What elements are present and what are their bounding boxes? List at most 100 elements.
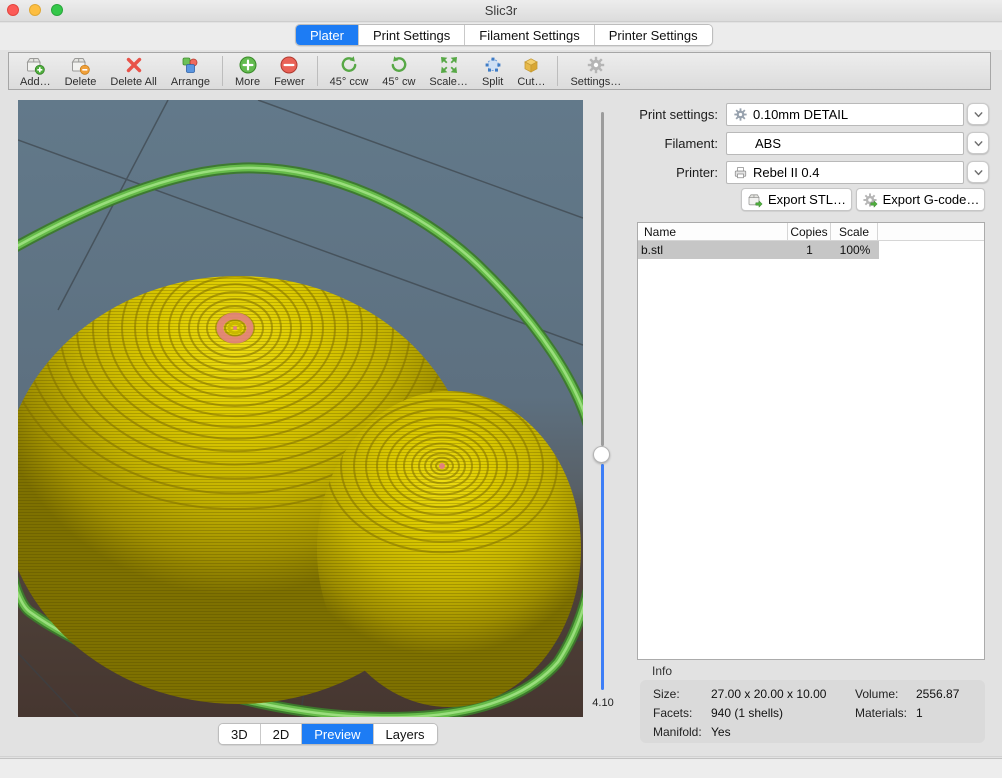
layer-slider-track-filled[interactable]	[601, 464, 604, 690]
row-scale: 100%	[831, 241, 879, 259]
facets-label: Facets:	[653, 706, 692, 720]
size-value: 27.00 x 20.00 x 10.00	[711, 687, 826, 701]
tab-plater[interactable]: Plater	[296, 25, 359, 45]
slic3r-window: Slic3r Plater Print Settings Filament Se…	[0, 0, 1002, 778]
export-stl-button[interactable]: Export STL…	[741, 188, 852, 211]
facets-value: 940 (1 shells)	[711, 706, 783, 720]
rotate-ccw-button[interactable]: 45° ccw	[323, 53, 376, 89]
toolbar-separator	[222, 56, 223, 86]
chevron-down-icon	[972, 166, 985, 179]
tab-printer-settings[interactable]: Printer Settings	[595, 25, 712, 45]
split-button[interactable]: Split	[475, 53, 510, 89]
minus-circle-icon	[279, 55, 299, 75]
view-tab-2d[interactable]: 2D	[261, 724, 303, 744]
delete-button[interactable]: Delete	[58, 53, 104, 89]
tab-print-settings[interactable]: Print Settings	[359, 25, 465, 45]
materials-label: Materials:	[855, 706, 907, 720]
toolbar-separator	[557, 56, 558, 86]
volume-label: Volume:	[855, 687, 898, 701]
delete-all-label: Delete All	[110, 76, 156, 88]
window-title: Slic3r	[0, 3, 1002, 18]
materials-value: 1	[916, 706, 923, 720]
status-bar	[0, 758, 1002, 778]
filament-dropdown-button[interactable]	[967, 132, 989, 154]
manifold-value: Yes	[711, 725, 731, 739]
title-bar: Slic3r	[0, 0, 1002, 22]
cut-cube-icon	[521, 55, 541, 75]
object-list-header: Name Copies Scale	[638, 223, 984, 241]
object-list: Name Copies Scale b.stl 1 100%	[637, 222, 985, 660]
info-panel: Size: 27.00 x 20.00 x 10.00 Volume: 2556…	[640, 680, 985, 743]
more-button[interactable]: More	[228, 53, 267, 89]
rotate-cw-icon	[389, 55, 409, 75]
printer-dropdown-button[interactable]	[967, 161, 989, 183]
gear-icon	[586, 55, 606, 75]
printer-value: Rebel II 0.4	[753, 165, 820, 180]
fewer-label: Fewer	[274, 76, 305, 88]
column-header-name[interactable]: Name	[638, 223, 788, 240]
add-label: Add…	[20, 76, 51, 88]
export-stl-icon	[747, 192, 763, 208]
gear-icon	[733, 107, 748, 122]
column-header-spacer	[878, 223, 984, 240]
3d-viewport[interactable]	[18, 100, 583, 717]
layer-slider-thumb[interactable]	[593, 446, 610, 463]
toolbar-separator	[317, 56, 318, 86]
filament-label: Filament:	[600, 136, 718, 151]
info-panel-title: Info	[652, 664, 672, 678]
export-stl-label: Export STL…	[768, 192, 846, 207]
print-settings-dropdown-button[interactable]	[967, 103, 989, 125]
export-gcode-icon	[862, 192, 878, 208]
row-name: b.stl	[638, 241, 788, 259]
settings-label: Settings…	[570, 76, 621, 88]
arrange-cubes-icon	[180, 55, 200, 75]
scale-label: Scale…	[429, 76, 468, 88]
plus-circle-icon	[238, 55, 258, 75]
preview-scene	[18, 100, 583, 717]
arrange-label: Arrange	[171, 76, 210, 88]
export-gcode-label: Export G-code…	[883, 192, 980, 207]
row-copies: 1	[788, 241, 831, 259]
print-settings-label: Print settings:	[600, 107, 718, 122]
view-tab-preview[interactable]: Preview	[302, 724, 373, 744]
tab-filament-settings[interactable]: Filament Settings	[465, 25, 594, 45]
settings-button[interactable]: Settings…	[563, 53, 628, 89]
more-label: More	[235, 76, 260, 88]
rotate-cw-button[interactable]: 45° cw	[375, 53, 422, 89]
view-tab-layers[interactable]: Layers	[374, 724, 437, 744]
scale-arrows-icon	[439, 55, 459, 75]
chevron-down-icon	[972, 108, 985, 121]
rotate-ccw-label: 45° ccw	[330, 76, 369, 88]
add-button[interactable]: Add…	[13, 53, 58, 89]
layer-slider-value: 4.10	[585, 697, 621, 709]
export-gcode-button[interactable]: Export G-code…	[856, 188, 985, 211]
split-handles-icon	[483, 55, 503, 75]
cut-label: Cut…	[517, 76, 545, 88]
package-remove-icon	[70, 55, 90, 75]
printer-combo[interactable]: Rebel II 0.4	[726, 161, 964, 184]
small-object-perimeter-highlight	[439, 463, 445, 469]
red-x-icon	[124, 55, 144, 75]
delete-label: Delete	[65, 76, 97, 88]
delete-all-button[interactable]: Delete All	[103, 53, 163, 89]
split-label: Split	[482, 76, 503, 88]
scale-button[interactable]: Scale…	[422, 53, 475, 89]
rotate-ccw-icon	[339, 55, 359, 75]
size-label: Size:	[653, 687, 680, 701]
fewer-button[interactable]: Fewer	[267, 53, 312, 89]
column-header-scale[interactable]: Scale	[831, 223, 878, 240]
table-row[interactable]: b.stl 1 100%	[638, 241, 879, 259]
arrange-button[interactable]: Arrange	[164, 53, 217, 89]
printer-label: Printer:	[600, 165, 718, 180]
layer-slider-track[interactable]	[601, 112, 604, 446]
cut-button[interactable]: Cut…	[510, 53, 552, 89]
column-header-copies[interactable]: Copies	[788, 223, 831, 240]
printer-icon	[733, 165, 748, 180]
package-add-icon	[25, 55, 45, 75]
main-tab-bar: Plater Print Settings Filament Settings …	[295, 24, 713, 46]
chevron-down-icon	[972, 137, 985, 150]
print-settings-combo[interactable]: 0.10mm DETAIL	[726, 103, 964, 126]
filament-combo[interactable]: ABS	[726, 132, 964, 155]
rotate-cw-label: 45° cw	[382, 76, 415, 88]
view-tab-3d[interactable]: 3D	[219, 724, 261, 744]
